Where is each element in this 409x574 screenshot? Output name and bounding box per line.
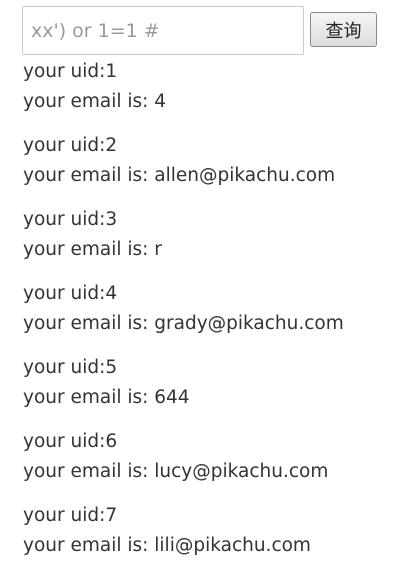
uid-text: your uid:2: [23, 135, 118, 156]
result-record: your uid:3 your email is: r: [23, 205, 403, 264]
email-text: your email is: lucy@pikachu.com: [23, 460, 329, 482]
email-text: your email is: 4: [23, 90, 167, 112]
email-text: your email is: allen@pikachu.com: [23, 164, 336, 186]
result-record: your uid:7 your email is: lili@pikachu.c…: [23, 501, 403, 560]
result-record: your uid:1 your email is: 4: [23, 57, 403, 116]
query-form: 查询: [22, 6, 382, 56]
result-record: your uid:4 your email is: grady@pikachu.…: [23, 279, 403, 338]
email-text: your email is: lili@pikachu.com: [23, 534, 311, 556]
email-text: your email is: 644: [23, 386, 190, 408]
results-list: your uid:1 your email is: 4 your uid:2 y…: [23, 57, 403, 574]
uid-text: your uid:4: [23, 283, 118, 304]
query-button[interactable]: 查询: [310, 12, 377, 47]
result-record: your uid:6 your email is: lucy@pikachu.c…: [23, 427, 403, 486]
search-input[interactable]: [22, 6, 304, 55]
uid-text: your uid:5: [23, 357, 118, 378]
uid-text: your uid:7: [23, 505, 118, 526]
uid-text: your uid:1: [23, 61, 118, 82]
result-record: your uid:5 your email is: 644: [23, 353, 403, 412]
email-text: your email is: r: [23, 238, 162, 260]
email-text: your email is: grady@pikachu.com: [23, 312, 344, 334]
result-record: your uid:2 your email is: allen@pikachu.…: [23, 131, 403, 190]
uid-text: your uid:3: [23, 209, 118, 230]
uid-text: your uid:6: [23, 431, 118, 452]
